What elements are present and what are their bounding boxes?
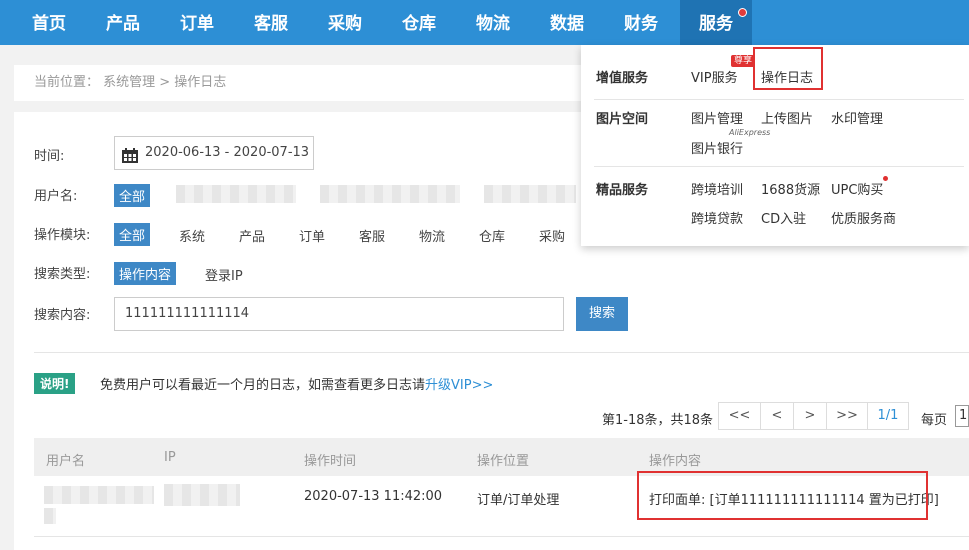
search-type-label: 搜索类型: xyxy=(34,267,91,282)
menu-item-loans[interactable]: 跨境贷款 xyxy=(691,208,743,227)
pager-last-button[interactable]: >> xyxy=(826,402,868,430)
date-range-input[interactable]: 2020-06-13 - 2020-07-13 xyxy=(114,136,314,170)
nav-home[interactable]: 首页 xyxy=(32,0,66,45)
nav-purchasing[interactable]: 采购 xyxy=(328,0,362,45)
menu-item-1688-source[interactable]: 1688货源 xyxy=(761,179,820,198)
calendar-icon xyxy=(121,145,139,163)
nav-products[interactable]: 产品 xyxy=(106,0,140,45)
date-range-value: 2020-06-13 - 2020-07-13 xyxy=(145,145,310,160)
search-input[interactable]: 111111111111114 xyxy=(114,297,564,331)
nav-services[interactable]: 服务 xyxy=(680,0,752,45)
nav-orders[interactable]: 订单 xyxy=(180,0,214,45)
dropdown-section-image-space: 图片空间 xyxy=(596,112,649,127)
col-time: 操作时间 xyxy=(304,454,357,469)
nav-finance[interactable]: 财务 xyxy=(624,0,658,45)
nav-customer-service[interactable]: 客服 xyxy=(254,0,288,45)
row-time: 2020-07-13 11:42:00 xyxy=(304,489,443,504)
dropdown-divider xyxy=(594,99,964,100)
col-content: 操作内容 xyxy=(649,454,702,469)
menu-item-vip[interactable]: VIP服务 xyxy=(691,67,738,86)
row-ip-blurred xyxy=(164,484,240,506)
dropdown-section-value-added: 增值服务 xyxy=(596,71,649,86)
pager-first-button[interactable]: << xyxy=(718,402,761,430)
notification-dot-icon xyxy=(738,8,747,17)
row-location: 订单/订单处理 xyxy=(477,493,560,508)
nav-logistics[interactable]: 物流 xyxy=(476,0,510,45)
row-divider xyxy=(34,536,969,537)
notice-text: 免费用户可以看最近一个月的日志，如需查看更多日志请 xyxy=(100,378,426,393)
menu-item-training[interactable]: 跨境培训 xyxy=(691,179,743,198)
nav-warehouse[interactable]: 仓库 xyxy=(402,0,436,45)
search-content-label: 搜索内容: xyxy=(34,308,91,323)
user-label: 用户名: xyxy=(34,189,78,204)
module-option-product[interactable]: 产品 xyxy=(239,226,265,245)
blurred-username[interactable] xyxy=(176,185,296,203)
col-location: 操作位置 xyxy=(477,454,530,469)
menu-item-cd-settle[interactable]: CD入驻 xyxy=(761,208,806,227)
nav-data[interactable]: 数据 xyxy=(550,0,584,45)
menu-item-image-management[interactable]: 图片管理 xyxy=(691,108,743,127)
user-all-option[interactable]: 全部 xyxy=(114,184,151,207)
menu-item-watermark[interactable]: 水印管理 xyxy=(831,108,883,127)
notice-tag: 说明! xyxy=(34,373,76,394)
upgrade-vip-link[interactable]: 升级VIP>> xyxy=(425,378,493,393)
pager-summary: 第1-18条，共18条 xyxy=(602,413,714,428)
module-option-logistics[interactable]: 物流 xyxy=(419,226,445,245)
col-username: 用户名 xyxy=(46,454,86,469)
blurred-username[interactable] xyxy=(484,185,576,203)
row-username-blurred xyxy=(44,486,154,504)
dropdown-section-premium: 精品服务 xyxy=(596,183,649,198)
search-button[interactable]: 搜索 xyxy=(576,297,628,331)
aliexpress-label: AliExpress xyxy=(729,128,771,137)
divider xyxy=(34,352,969,353)
exclusive-badge: 尊享 xyxy=(731,55,756,67)
row-username-blurred xyxy=(44,508,56,524)
module-option-purchasing[interactable]: 采购 xyxy=(539,226,565,245)
module-option-system[interactable]: 系统 xyxy=(179,226,205,245)
col-ip: IP xyxy=(164,450,176,465)
module-option-customer-service[interactable]: 客服 xyxy=(359,226,385,245)
module-option-all[interactable]: 全部 xyxy=(114,223,151,246)
time-label: 时间: xyxy=(34,149,65,164)
blurred-username[interactable] xyxy=(320,185,460,203)
pager-prev-button[interactable]: < xyxy=(760,402,794,430)
dropdown-divider xyxy=(594,166,964,167)
per-page-select[interactable]: 1 xyxy=(955,405,969,427)
module-option-order[interactable]: 订单 xyxy=(299,226,325,245)
search-type-content[interactable]: 操作内容 xyxy=(114,262,177,285)
search-type-ip[interactable]: 登录IP xyxy=(205,265,243,284)
module-label: 操作模块: xyxy=(34,228,91,243)
menu-item-image-bank[interactable]: 图片银行 xyxy=(691,138,743,157)
new-dot-icon xyxy=(883,176,888,181)
highlight-box xyxy=(637,471,928,520)
pager-next-button[interactable]: > xyxy=(793,402,827,430)
module-option-warehouse[interactable]: 仓库 xyxy=(479,226,505,245)
menu-item-upc[interactable]: UPC购买 xyxy=(831,179,883,198)
pager-page-indicator: 1/1 xyxy=(867,402,909,430)
menu-item-service-providers[interactable]: 优质服务商 xyxy=(831,208,896,227)
per-page-label: 每页 xyxy=(921,413,948,428)
menu-item-upload-image[interactable]: 上传图片 xyxy=(761,108,813,127)
highlight-box xyxy=(753,47,823,90)
